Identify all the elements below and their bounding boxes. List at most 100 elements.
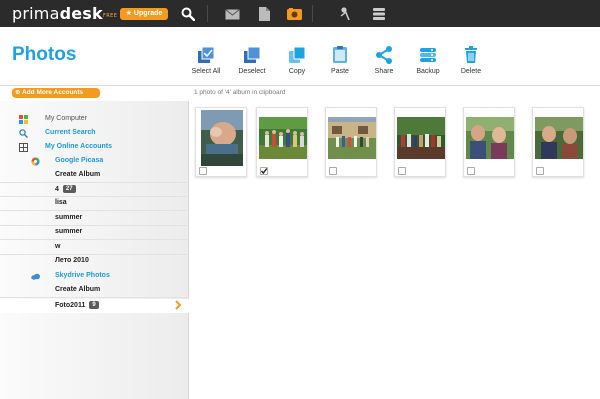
photo-checkbox[interactable]: [398, 167, 406, 175]
backup-button[interactable]: Backup: [406, 46, 450, 75]
album-name: Лето 2010: [55, 257, 89, 264]
photo-image: [466, 117, 514, 159]
photo-image: [328, 117, 376, 159]
photo-thumbnail[interactable]: [256, 107, 308, 177]
row-divider: [0, 210, 189, 211]
photo-checkbox[interactable]: [536, 167, 544, 175]
album-name: 4: [55, 186, 59, 193]
album-name: w: [55, 243, 61, 250]
backup-label: Backup: [416, 68, 440, 75]
sidebar-item-album[interactable]: summer: [0, 212, 189, 226]
music-icon[interactable]: [336, 4, 356, 24]
create-album-label: Create Album: [55, 171, 101, 178]
toolbar-divider: [207, 5, 208, 22]
accounts-grid-icon: [19, 143, 28, 152]
sidebar-item-label: Skydrive Photos: [55, 272, 110, 279]
select-all-button[interactable]: Select All: [184, 46, 228, 75]
picasa-icon: [31, 157, 40, 166]
page-title: Photos: [12, 44, 77, 65]
search-icon[interactable]: [178, 4, 198, 24]
photo-icon[interactable]: [284, 4, 304, 24]
album-name: summer: [55, 214, 83, 221]
upgrade-button[interactable]: ★ Upgrade: [120, 8, 168, 20]
sidebar-item-create-album[interactable]: Create Album: [0, 169, 189, 183]
paste-button[interactable]: Paste: [318, 46, 362, 75]
album-name: summer: [55, 228, 83, 235]
top-bar: primadesk FREE ★ Upgrade: [0, 0, 600, 27]
sidebar-item-google-picasa[interactable]: Google Picasa: [0, 155, 189, 169]
deselect-button[interactable]: Deselect: [230, 46, 274, 75]
copy-icon: [289, 46, 306, 63]
count-badge: 9: [89, 301, 99, 309]
sidebar-item-create-album[interactable]: Create Album: [0, 284, 189, 298]
add-more-accounts-button[interactable]: ⊕ Add More Accounts: [12, 88, 100, 98]
database-icon[interactable]: [369, 4, 389, 24]
share-button[interactable]: Share: [362, 46, 406, 75]
photo-thumbnail[interactable]: [394, 107, 446, 177]
sidebar-item-skydrive-photos[interactable]: Skydrive Photos: [0, 270, 189, 284]
sidebar-item-my-online-accounts[interactable]: My Online Accounts: [0, 141, 189, 155]
sidebar-item-album[interactable]: Лето 2010: [0, 255, 189, 269]
select-all-label: Select All: [191, 68, 221, 75]
paste-label: Paste: [331, 68, 349, 75]
add-icon: ⊕: [15, 89, 23, 96]
sidebar-item-my-computer[interactable]: My Computer: [0, 113, 189, 127]
share-label: Share: [374, 68, 394, 75]
photo-checkbox[interactable]: [329, 167, 337, 175]
sidebar-item-label: Google Picasa: [55, 157, 104, 164]
header-divider: [0, 85, 600, 86]
photo-thumbnail[interactable]: [532, 107, 584, 177]
clipboard-status: 1 photo of '4' album in clipboard: [194, 89, 286, 96]
count-badge: 27: [62, 185, 76, 193]
row-divider: [0, 297, 189, 298]
delete-button[interactable]: Delete: [449, 46, 493, 75]
add-more-accounts-label: Add More Accounts: [22, 89, 84, 96]
checkmark-icon: [260, 168, 268, 175]
search-icon: [19, 129, 28, 138]
sidebar-item-label: My Computer: [45, 115, 88, 122]
sidebar-item-album[interactable]: w: [0, 241, 189, 255]
photo-checkbox-checked[interactable]: [260, 167, 268, 175]
logo-brand: desk: [59, 4, 103, 23]
share-icon: [376, 46, 392, 64]
mail-icon[interactable]: [222, 4, 242, 24]
album-name: Foto2011: [55, 302, 86, 309]
sidebar-item-album-selected[interactable]: Foto2011 9: [0, 299, 189, 313]
backup-icon: [420, 48, 436, 62]
album-name: lisa: [55, 199, 67, 206]
sidebar-item-album[interactable]: lisa: [0, 197, 189, 211]
photo-checkbox[interactable]: [467, 167, 475, 175]
paste-icon: [333, 46, 347, 63]
create-album-label: Create Album: [55, 286, 101, 293]
photo-thumbnail[interactable]: [463, 107, 515, 177]
sidebar-item-current-search[interactable]: Current Search: [0, 127, 189, 141]
select-all-icon: [198, 46, 215, 63]
logo-edition: FREE: [103, 13, 118, 19]
sidebar-item-album[interactable]: 4 27: [0, 183, 189, 197]
sidebar: My Computer Current Search My Online Acc…: [0, 101, 189, 399]
trash-icon: [465, 46, 477, 63]
skydrive-cloud-icon: [31, 273, 40, 280]
copy-button[interactable]: Copy: [275, 46, 319, 75]
photo-thumbnail[interactable]: [195, 107, 247, 177]
photo-image: [201, 110, 243, 166]
sidebar-item-label: Current Search: [45, 129, 96, 136]
photo-image: [397, 117, 445, 159]
photo-image: [535, 117, 583, 159]
row-divider: [0, 239, 189, 240]
sidebar-item-album[interactable]: summer: [0, 226, 189, 240]
computer-icon: [19, 115, 28, 124]
primadesk-logo[interactable]: primadesk FREE: [12, 4, 117, 23]
document-icon[interactable]: [254, 4, 274, 24]
logo-prefix: prima: [12, 4, 60, 23]
copy-label: Copy: [288, 68, 306, 75]
photo-image: [259, 117, 307, 159]
toolbar-divider: [312, 5, 313, 22]
photo-checkbox[interactable]: [199, 167, 207, 175]
deselect-icon: [244, 46, 261, 63]
sidebar-item-label: My Online Accounts: [45, 143, 113, 150]
delete-label: Delete: [460, 68, 482, 75]
chevron-right-icon: [175, 300, 182, 310]
deselect-label: Deselect: [238, 68, 266, 75]
photo-thumbnail[interactable]: [325, 107, 377, 177]
